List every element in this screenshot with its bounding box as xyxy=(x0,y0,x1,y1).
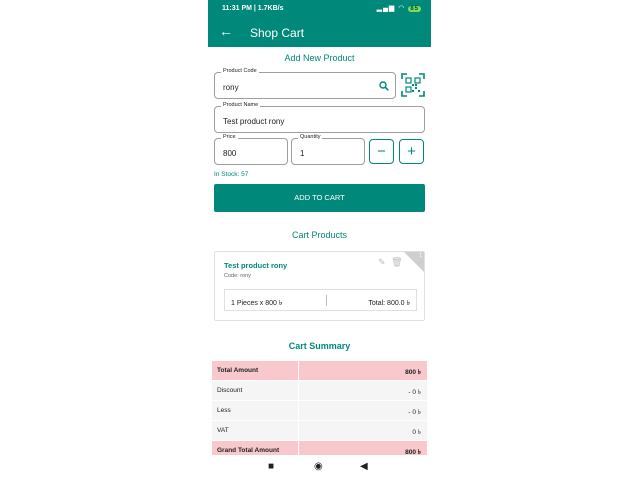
cart-summary-table: Total Amount 800 ৳ Discount - 0 ৳ Less -… xyxy=(212,361,427,461)
cart-item-line: 1 Pieces x 800 ৳ Total: 800.0 ৳ xyxy=(224,289,417,311)
quantity-increase-button[interactable]: + xyxy=(399,139,424,164)
price-label: Price xyxy=(221,134,238,140)
app-bar: ← Shop Cart xyxy=(208,18,431,47)
summary-value: 800 ৳ xyxy=(405,369,421,376)
battery-icon: 85 xyxy=(408,6,421,12)
cart-item-index: 1 xyxy=(419,253,422,259)
recents-square-icon[interactable]: ■ xyxy=(268,461,274,472)
column-divider xyxy=(298,401,299,420)
cart-item-total: Total: 800.0 ৳ xyxy=(368,300,410,307)
product-code-value: rony xyxy=(223,83,239,92)
price-field[interactable]: Price 800 xyxy=(214,134,288,165)
price-value: 800 xyxy=(223,149,237,158)
quantity-field[interactable]: Quantity 1 xyxy=(291,134,365,165)
product-name-value: Test product rony xyxy=(223,117,285,126)
system-nav-bar: ■ ◉ ◀ xyxy=(208,455,431,480)
summary-label: VAT xyxy=(217,427,229,434)
summary-row-less: Less - 0 ৳ xyxy=(212,401,427,421)
summary-value: - 0 ৳ xyxy=(408,389,421,396)
column-divider xyxy=(298,381,299,400)
cart-item-card: 1 Test product rony Code: rony ✎ 🗑 1 Pie… xyxy=(214,251,425,321)
add-to-cart-button[interactable]: ADD TO CART xyxy=(214,184,425,212)
product-code-field[interactable]: Product Code rony xyxy=(214,68,396,99)
summary-row-total: Total Amount 800 ৳ xyxy=(212,361,427,381)
column-divider xyxy=(298,361,299,380)
cart-item-name: Test product rony xyxy=(224,261,288,270)
column-divider xyxy=(298,421,299,440)
search-icon[interactable] xyxy=(379,81,389,91)
summary-label: Less xyxy=(217,407,231,414)
summary-row-vat: VAT 0 ৳ xyxy=(212,421,427,441)
edit-icon[interactable]: ✎ xyxy=(378,257,386,267)
status-bar: 11:31 PM | 1.7KB/s ▂▄▆ ◠ 85 xyxy=(208,0,431,18)
cart-item-actions: ✎ 🗑 xyxy=(378,257,403,268)
cart-products-heading: Cart Products xyxy=(291,230,348,240)
quantity-value: 1 xyxy=(300,149,305,158)
wifi-icon: ◠ xyxy=(398,5,406,12)
add-product-heading: Add New Product xyxy=(284,53,355,63)
phone-screen: 11:31 PM | 1.7KB/s ▂▄▆ ◠ 85 ← Shop Cart … xyxy=(208,0,431,480)
back-triangle-icon[interactable]: ◀ xyxy=(360,461,368,472)
quantity-decrease-button[interactable]: − xyxy=(369,139,394,164)
product-name-label: Product Name xyxy=(221,102,261,108)
summary-label: Grand Total Amount xyxy=(217,447,280,454)
summary-row-discount: Discount - 0 ৳ xyxy=(212,381,427,401)
page-title: Shop Cart xyxy=(250,26,305,40)
product-code-label: Product Code xyxy=(221,68,259,74)
back-arrow-icon[interactable]: ← xyxy=(219,24,233,38)
summary-label: Discount xyxy=(217,387,243,394)
cart-item-qty-price: 1 Pieces x 800 ৳ xyxy=(231,300,283,307)
summary-label: Total Amount xyxy=(217,367,259,374)
cart-summary-heading: Cart Summary xyxy=(288,341,351,351)
status-icons: ▂▄▆ ◠ 85 xyxy=(377,4,421,12)
cart-item-code: Code: rony xyxy=(224,273,251,279)
divider xyxy=(326,295,327,306)
product-name-field[interactable]: Product Name Test product rony xyxy=(214,102,425,133)
status-time: 11:31 PM | 1.7KB/s xyxy=(222,5,284,12)
in-stock-text: In Stock: 57 xyxy=(214,171,249,178)
quantity-label: Quantity xyxy=(298,134,323,140)
summary-value: - 0 ৳ xyxy=(408,409,421,416)
summary-value: 0 ৳ xyxy=(412,429,421,436)
signal-icon: ▂▄▆ xyxy=(376,5,396,12)
delete-icon[interactable]: 🗑 xyxy=(391,257,402,267)
home-circle-icon[interactable]: ◉ xyxy=(314,461,323,472)
qr-scan-icon[interactable] xyxy=(401,73,425,97)
